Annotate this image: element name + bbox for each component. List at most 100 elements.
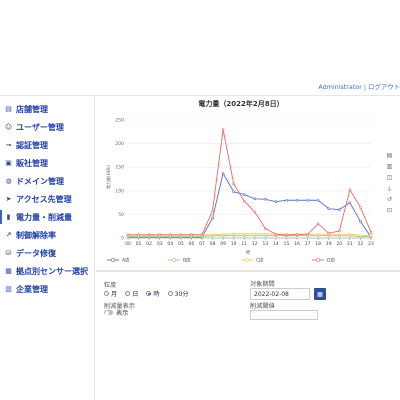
legend-swatch-marker	[111, 258, 115, 262]
chart-data-point	[285, 233, 288, 237]
chart-data-point	[242, 232, 246, 236]
chart-x-tick-label: 13	[262, 241, 268, 247]
sidebar-item-users[interactable]: ☺ ユーザー管理	[4, 120, 64, 134]
filter-form: 粒度 月 日 時 30分 対象期間 ▦ 削減量表示 表示 削減閾値	[96, 272, 400, 400]
chart-data-point	[190, 233, 193, 236]
chart-x-tick-label: 11	[241, 241, 247, 247]
threshold-label: 削減閾値	[250, 303, 275, 310]
chart-x-tick-label: 19	[326, 241, 332, 247]
chart-x-tick-label: 05	[178, 241, 184, 247]
chart-data-point	[242, 199, 246, 203]
chart-data-point	[232, 190, 235, 194]
chart-x-tick-label: 02	[146, 241, 152, 247]
chart-x-tick-label: 04	[167, 241, 173, 247]
chart-data-point	[232, 232, 235, 236]
sidebar-item-control-release[interactable]: ↗ 制御解除率	[4, 228, 56, 242]
toggle-switch[interactable]	[104, 310, 113, 315]
radio-label: 30分	[174, 291, 189, 298]
sidebar-item-auth[interactable]: ⊸ 認証管理	[4, 138, 48, 152]
store-icon: ▤	[5, 105, 12, 113]
period-label: 対象期間	[250, 281, 275, 288]
sidebar-item-store[interactable]: ▤ 店舗管理	[4, 102, 48, 116]
legend-swatch-marker	[245, 258, 249, 262]
grid-icon: ▦	[5, 267, 12, 275]
chart-x-tick-label: 00	[125, 241, 131, 247]
sidebar-item-label: ユーザー管理	[16, 122, 64, 132]
chart-series-line	[128, 129, 372, 236]
chart-x-tick-label: 08	[210, 241, 216, 247]
sidebar-item-access[interactable]: ➤ アクセス先管理	[4, 192, 72, 206]
logout-link[interactable]: ログアウト	[368, 83, 400, 91]
granularity-radio-30min[interactable]: 30分	[167, 289, 189, 298]
chart-y-tick-label: 100	[115, 188, 124, 194]
chart-data-point	[274, 200, 278, 203]
chart-data-point	[158, 233, 161, 236]
chart-data-point	[264, 197, 267, 201]
sidebar-item-label: 販社管理	[16, 158, 48, 168]
reduction-display-toggle[interactable]: 表示	[104, 308, 128, 317]
chart-series-line	[128, 235, 371, 238]
users-icon: ☺	[4, 123, 13, 131]
chart-data-point	[221, 128, 225, 131]
radio-label: 日	[132, 291, 139, 298]
chart-data-point	[327, 231, 331, 235]
sidebar-item-power[interactable]: ▮ 電力量・削減量	[0, 210, 72, 224]
data-view-icon[interactable]: ▤	[385, 151, 394, 160]
chart-data-point	[221, 232, 225, 236]
restore-icon[interactable]: ↺	[385, 195, 394, 204]
granularity-radio-hour[interactable]: 時	[146, 289, 160, 298]
legend-label: D店	[327, 257, 335, 264]
granularity-radio-day[interactable]: 日	[125, 289, 138, 298]
sidebar-item-company[interactable]: ▥ 企業管理	[4, 282, 48, 296]
period-date-input[interactable]	[250, 288, 310, 300]
chart-data-point	[295, 233, 299, 236]
radio-dot	[104, 291, 109, 296]
chart-data-point	[168, 233, 172, 236]
chart-x-tick-label: 20	[336, 241, 342, 247]
sidebar-item-sensor-select[interactable]: ▦ 拠点別センサー選択	[4, 264, 88, 278]
chart-data-point	[316, 222, 320, 226]
chart-data-point	[338, 208, 341, 211]
legend-label: A店	[122, 257, 130, 264]
radio-dot	[167, 291, 173, 296]
chart-data-point	[369, 231, 373, 234]
legend-swatch-marker	[172, 258, 176, 262]
sidebar-item-sales-company[interactable]: ▣ 販社管理	[4, 156, 48, 170]
sidebar-item-domain[interactable]: ◍ ドメイン管理	[4, 174, 64, 188]
chart-x-tick-label: 10	[231, 241, 237, 247]
chart-data-point	[211, 209, 214, 212]
chart-data-point	[200, 233, 204, 236]
radio-label: 月	[111, 291, 118, 298]
sidebar-item-label: 電力量・削減量	[16, 212, 72, 222]
chart-data-point	[316, 198, 320, 202]
chart-data-point	[264, 227, 267, 230]
chart-data-point	[316, 232, 320, 236]
chart-x-tick-label: 18	[315, 241, 321, 247]
chart-data-point	[359, 206, 362, 209]
granularity-radio-month[interactable]: 月	[104, 289, 117, 298]
sidebar-item-data-repair[interactable]: ⛁ データ修復	[4, 246, 56, 260]
company-icon: ▥	[5, 285, 12, 293]
chart-x-tick-label: 07	[199, 241, 205, 247]
chart-data-point	[274, 232, 278, 236]
granularity-radio-group: 月 日 時 30分	[104, 289, 189, 298]
radio-dot	[125, 291, 131, 296]
chart-y-tick-label: 250	[115, 118, 124, 124]
calendar-icon[interactable]: ▦	[314, 288, 326, 300]
threshold-input[interactable]	[250, 310, 318, 320]
stack-icon[interactable]: ◫	[385, 173, 394, 182]
chart-y-axis-label: 電力量(kWh)	[105, 165, 111, 189]
chart-x-tick-label: 17	[305, 241, 311, 247]
download-icon[interactable]: ⤓	[385, 184, 394, 193]
chart-data-point	[137, 233, 140, 236]
key-icon: ⊸	[5, 141, 12, 149]
chart-y-tick-label: 50	[118, 212, 124, 218]
bar-chart-icon[interactable]: ▥	[385, 162, 394, 171]
chart-data-point	[348, 188, 352, 192]
chart-data-point	[359, 220, 362, 223]
zoom-icon[interactable]: ⊡	[385, 206, 394, 215]
chart-data-point	[253, 197, 257, 201]
user-name-link[interactable]: Administrator	[318, 83, 362, 91]
chart-y-tick-label: 200	[115, 141, 124, 147]
chart-data-point	[253, 210, 257, 214]
